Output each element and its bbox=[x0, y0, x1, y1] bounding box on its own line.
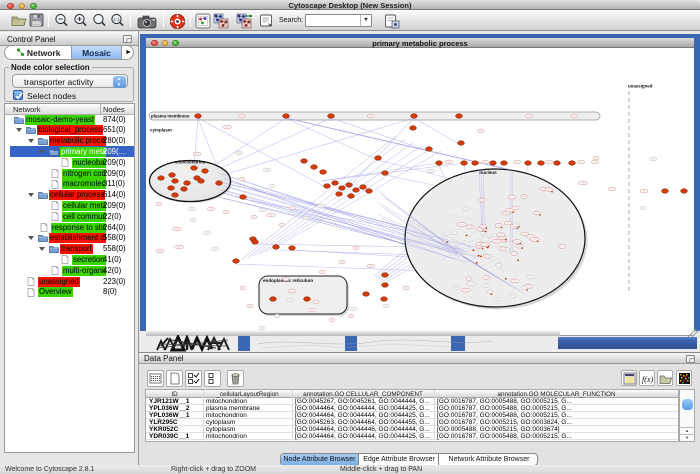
svg-text:plasma membrane: plasma membrane bbox=[151, 114, 190, 119]
svg-text:cytoplasm: cytoplasm bbox=[150, 128, 172, 133]
svg-text:nucleus: nucleus bbox=[479, 170, 497, 175]
svg-text:unassigned: unassigned bbox=[628, 84, 653, 89]
svg-text:f(x): f(x) bbox=[642, 375, 653, 384]
svg-text:mitochondrion: mitochondrion bbox=[175, 160, 206, 165]
svg-text:1:1: 1:1 bbox=[113, 17, 120, 22]
